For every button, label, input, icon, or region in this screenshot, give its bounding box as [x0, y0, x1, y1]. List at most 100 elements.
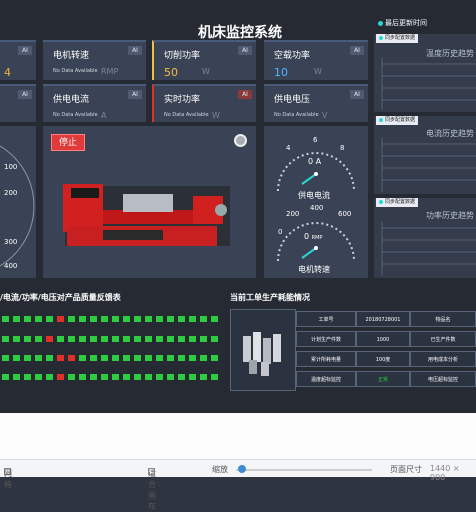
metric-unit: RMP: [101, 67, 119, 76]
quality-cell: [189, 316, 196, 322]
speed-gauge-arc: [277, 222, 355, 262]
energy-cell: 计划生产件数: [296, 331, 356, 347]
quality-cell: [101, 336, 108, 342]
sync-config-tag[interactable]: 同步配置数据: [376, 34, 419, 43]
metric-value: No Data Available: [53, 68, 98, 74]
metric-card-partial-2[interactable]: AI: [0, 84, 36, 122]
dashboard-canvas: 机床监控系统 最后更新时间 AI 4 电机转速 AI No Data Avail…: [0, 0, 476, 413]
quality-cell: [2, 316, 9, 322]
quality-cell: [189, 374, 196, 380]
speed-tick: 600: [338, 210, 352, 218]
quality-cell: [90, 355, 97, 361]
current-gauge-label: 供电电流: [298, 191, 330, 200]
metric-value: No Data Available: [53, 112, 98, 118]
canvas-margin: [0, 413, 476, 459]
energy-cell: 用电成本分析: [410, 351, 476, 367]
energy-cell: 1000: [356, 331, 410, 347]
quality-cell: [123, 355, 130, 361]
status-bar: 网格 适合画布 缩放 页面尺寸 1440 × 900: [0, 459, 476, 511]
temperature-chart: [381, 58, 476, 110]
quality-cell: [57, 355, 64, 361]
energy-cell: 电压超标监控: [410, 371, 476, 387]
quality-cell: [79, 336, 86, 342]
speed-value: 0 RMP: [304, 232, 323, 241]
quality-cell: [2, 374, 9, 380]
gauge-tick: 200: [4, 189, 18, 197]
quality-cell: [35, 336, 42, 342]
speed-tick: 400: [310, 204, 324, 212]
metric-card-motor-speed[interactable]: 电机转速 AI No Data Available RMP: [43, 40, 146, 80]
quality-cell: [211, 374, 218, 380]
energy-cell: 物品名: [410, 311, 476, 327]
ai-badge: AI: [238, 90, 252, 99]
quality-cell: [46, 336, 53, 342]
metric-value: 50: [164, 66, 178, 79]
ai-badge: AI: [18, 46, 32, 55]
quality-cell: [68, 336, 75, 342]
ai-badge: AI: [128, 46, 142, 55]
ai-badge: AI: [350, 90, 364, 99]
quality-cell: [90, 374, 97, 380]
metric-value: No Data Available: [274, 112, 319, 118]
left-gauge-svg: [0, 145, 35, 267]
quality-cell: [167, 355, 174, 361]
metric-card-partial-1[interactable]: AI 4: [0, 40, 36, 80]
energy-cell: 100度: [356, 351, 410, 367]
quality-cell: [35, 374, 42, 380]
quality-cell: [200, 316, 207, 322]
speed-gauge-hub: [314, 246, 318, 250]
ai-badge: AI: [128, 90, 142, 99]
power-chart-panel: 功率历史趋势: [374, 198, 476, 278]
energy-cell: 工单号: [296, 311, 356, 327]
status-toggle[interactable]: [234, 134, 247, 147]
energy-cell: 已生产件数: [410, 331, 476, 347]
quality-cell: [24, 336, 31, 342]
page-title: 机床监控系统: [198, 25, 282, 41]
quality-cell: [112, 336, 119, 342]
metric-card-supply-current[interactable]: 供电电流 AI No Data Available A: [43, 84, 146, 122]
metric-unit: W: [212, 111, 220, 120]
last-update: 最后更新时间: [378, 18, 427, 28]
current-gauge-needle: [301, 173, 317, 185]
energy-table: 工单号 20180728001 物品名 计划生产件数 1000 已生产件数 累计所耗电量 10…: [230, 309, 476, 391]
part-shape: [249, 360, 257, 374]
quality-cell: [90, 336, 97, 342]
quality-cell: [200, 355, 207, 361]
quality-cell: [178, 374, 185, 380]
stop-button[interactable]: 停止: [51, 134, 85, 151]
sync-dot-icon: [379, 199, 383, 204]
zoom-slider-handle[interactable]: [238, 465, 246, 473]
speed-tick: 200: [286, 210, 300, 218]
quality-cell: [2, 336, 9, 342]
sync-dot-icon: [379, 117, 383, 122]
quality-cell: [123, 374, 130, 380]
quality-cell: [178, 316, 185, 322]
quality-cell: [79, 316, 86, 322]
quality-cell: [167, 374, 174, 380]
energy-cell: 正常: [356, 371, 410, 387]
quality-cell: [211, 355, 218, 361]
quality-cell: [156, 336, 163, 342]
status-dot-icon: [378, 20, 383, 26]
part-shape: [243, 336, 251, 362]
quality-cell: [134, 336, 141, 342]
quality-cell: [123, 336, 130, 342]
left-gauge-panel: 100 200 300 400: [0, 126, 36, 278]
quality-cell: [145, 374, 152, 380]
metric-card-idle-power[interactable]: 空载功率 AI 10 W: [264, 40, 368, 80]
sync-config-tag[interactable]: 同步配置数据: [376, 198, 419, 207]
quality-cell: [134, 316, 141, 322]
quality-cell: [211, 316, 218, 322]
ai-badge: AI: [238, 46, 252, 55]
part-shape: [253, 332, 261, 362]
quality-cell: [24, 316, 31, 322]
metric-card-supply-voltage[interactable]: 供电电压 AI No Data Available V: [264, 84, 368, 122]
metric-card-realtime-power[interactable]: 实时功率 AI No Data Available W: [152, 84, 256, 122]
metric-card-cutting-power[interactable]: 切削功率 AI 50 W: [152, 40, 256, 80]
quality-cell: [134, 374, 141, 380]
sync-config-tag[interactable]: 同步配置数据: [376, 116, 419, 125]
zoom-slider[interactable]: [236, 469, 372, 471]
quality-cell: [156, 355, 163, 361]
lathe-handwheel: [215, 204, 227, 216]
metric-unit: V: [322, 111, 328, 120]
